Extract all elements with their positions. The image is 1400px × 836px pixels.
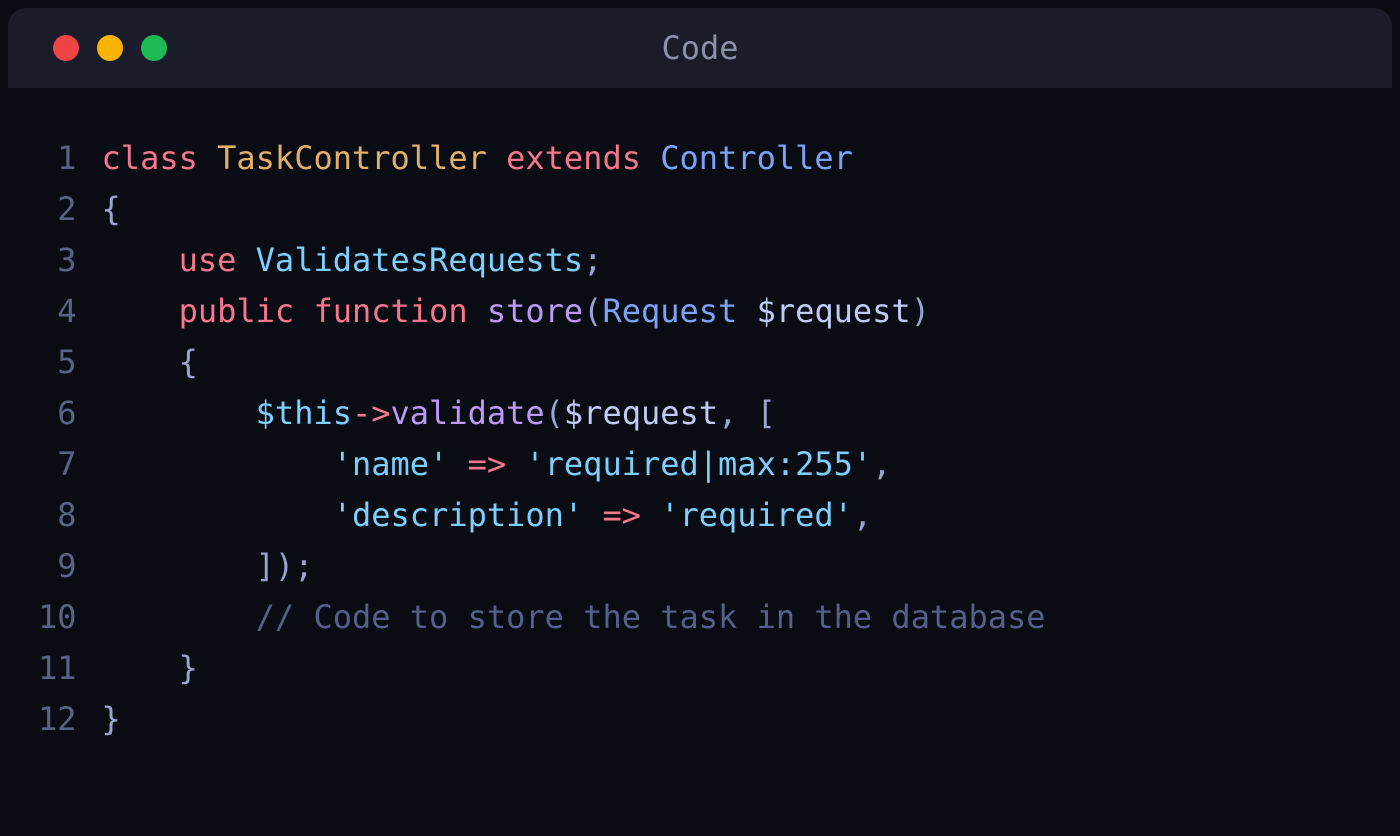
- minimize-button[interactable]: [97, 35, 123, 61]
- line-number: 6: [38, 388, 77, 439]
- keyword: function: [313, 286, 467, 337]
- brace: ]);: [256, 541, 314, 592]
- keyword: extends: [506, 133, 641, 184]
- code-line: use ValidatesRequests;: [102, 235, 1362, 286]
- trait-name: ValidatesRequests: [256, 235, 584, 286]
- code-window: Code 1 2 3 4 5 6 7 8 9 10 11 12 class Ta…: [8, 8, 1392, 828]
- operator: ->: [352, 388, 391, 439]
- code-line: ]);: [102, 541, 1362, 592]
- method-name: store: [487, 286, 583, 337]
- brace: {: [102, 184, 121, 235]
- brace: }: [179, 643, 198, 694]
- operator: =>: [583, 490, 660, 541]
- line-number: 5: [38, 337, 77, 388]
- code-line: 'description' => 'required',: [102, 490, 1362, 541]
- keyword: public: [179, 286, 295, 337]
- code-line: 'name' => 'required|max:255',: [102, 439, 1362, 490]
- titlebar: Code: [8, 8, 1392, 88]
- window-title: Code: [661, 29, 738, 67]
- code-line: }: [102, 694, 1362, 745]
- line-number-gutter: 1 2 3 4 5 6 7 8 9 10 11 12: [38, 133, 102, 745]
- brace: {: [179, 337, 198, 388]
- line-number: 2: [38, 184, 77, 235]
- code-line: class TaskController extends Controller: [102, 133, 1362, 184]
- string: 'name': [333, 439, 449, 490]
- type: Request: [602, 286, 737, 337]
- code-line: public function store(Request $request): [102, 286, 1362, 337]
- maximize-button[interactable]: [141, 35, 167, 61]
- line-number: 10: [38, 592, 77, 643]
- comment: // Code to store the task in the databas…: [256, 592, 1046, 643]
- line-number: 12: [38, 694, 77, 745]
- string: 'required': [660, 490, 853, 541]
- close-button[interactable]: [53, 35, 79, 61]
- string: 'required|max:255': [525, 439, 872, 490]
- class-name: Controller: [660, 133, 853, 184]
- keyword: use: [179, 235, 237, 286]
- code-line: {: [102, 184, 1362, 235]
- method-call: validate: [391, 388, 545, 439]
- line-number: 11: [38, 643, 77, 694]
- line-number: 9: [38, 541, 77, 592]
- variable: $request: [564, 388, 718, 439]
- traffic-lights: [53, 35, 167, 61]
- line-number: 8: [38, 490, 77, 541]
- keyword: class: [102, 133, 198, 184]
- brace: }: [102, 694, 121, 745]
- line-number: 4: [38, 286, 77, 337]
- code-line: }: [102, 643, 1362, 694]
- parameter: $request: [757, 286, 911, 337]
- code-line: $this->validate($request, [: [102, 388, 1362, 439]
- string: 'description': [333, 490, 583, 541]
- operator: =>: [448, 439, 525, 490]
- code-line: // Code to store the task in the databas…: [102, 592, 1362, 643]
- line-number: 3: [38, 235, 77, 286]
- class-name: TaskController: [217, 133, 487, 184]
- line-number: 7: [38, 439, 77, 490]
- code-editor[interactable]: 1 2 3 4 5 6 7 8 9 10 11 12 class TaskCon…: [8, 88, 1392, 775]
- code-content[interactable]: class TaskController extends Controller …: [102, 133, 1362, 745]
- variable: $this: [256, 388, 352, 439]
- code-line: {: [102, 337, 1362, 388]
- line-number: 1: [38, 133, 77, 184]
